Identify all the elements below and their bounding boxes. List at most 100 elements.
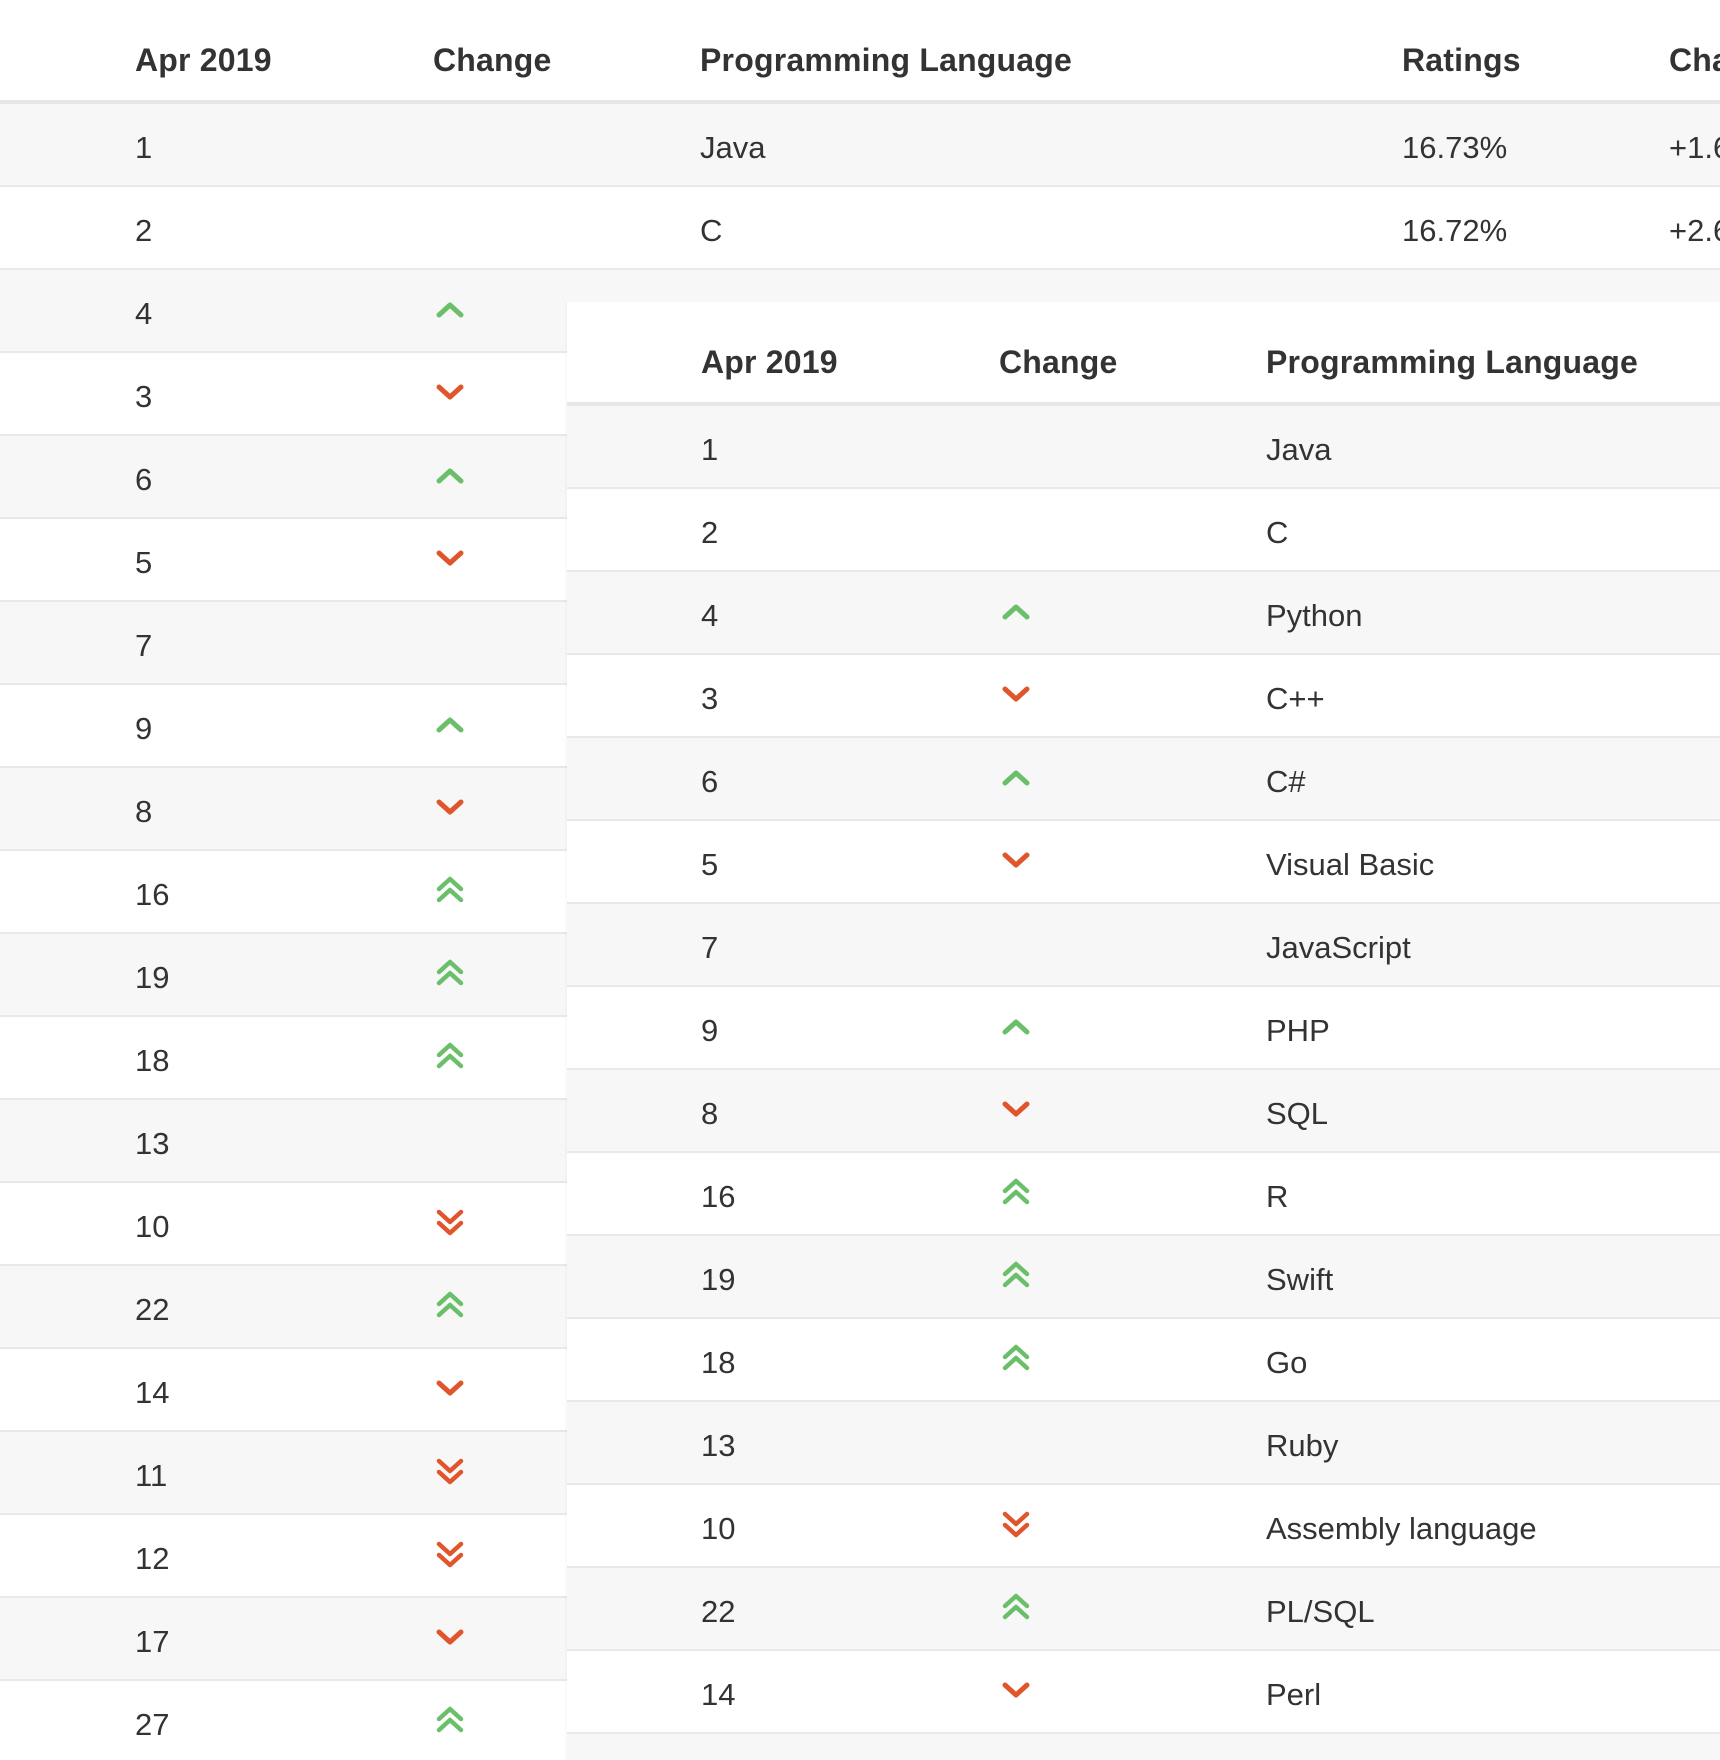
table-row: 19 Swift xyxy=(567,1236,1720,1319)
rank-cell: 2 xyxy=(701,515,719,550)
chevron-down-icon xyxy=(999,1092,1033,1128)
chevron-up-icon xyxy=(999,760,1033,796)
rank-cell: 22 xyxy=(701,1594,736,1629)
language-cell: Java xyxy=(1266,432,1332,467)
table-row: 2C xyxy=(567,489,1720,572)
table-row: 11 xyxy=(567,1734,1720,1760)
table-header: Apr 2019 Change Programming Language xyxy=(567,302,1720,406)
language-cell: C xyxy=(1266,515,1289,550)
rank-cell: 2 xyxy=(135,213,153,248)
rank-cell: 18 xyxy=(135,1043,170,1078)
header-apr-2019: Apr 2019 xyxy=(701,344,838,380)
rank-cell: 10 xyxy=(135,1209,170,1244)
language-cell: PL/SQL xyxy=(1266,1594,1375,1629)
rank-cell: 12 xyxy=(135,1541,170,1576)
language-cell: Assembly language xyxy=(1266,1511,1537,1546)
table-row: 14 Perl xyxy=(567,1651,1720,1734)
rank-cell: 14 xyxy=(135,1375,170,1410)
header-programming-language: Programming Language xyxy=(1266,344,1639,380)
rank-cell: 11 xyxy=(135,1458,168,1493)
language-cell: Python xyxy=(1266,598,1363,633)
double-chevron-up-icon xyxy=(999,1341,1033,1377)
tiobe-table-foreground: Apr 2019 Change Programming Language 1 Ja… xyxy=(567,302,1720,1760)
chevron-down-icon xyxy=(433,1371,467,1407)
double-chevron-up-icon xyxy=(433,1703,467,1739)
table-row: 5 Visual Basic xyxy=(567,821,1720,904)
header-change: Change xyxy=(999,344,1118,380)
language-cell: JavaScript xyxy=(1266,930,1411,965)
change-percent-cell: +2.6 xyxy=(1669,213,1720,248)
chevron-down-icon xyxy=(433,375,467,411)
chevron-down-icon xyxy=(999,843,1033,879)
chevron-down-icon xyxy=(433,541,467,577)
rank-cell: 5 xyxy=(701,847,719,882)
chevron-down-icon xyxy=(433,790,467,826)
rank-cell: 1 xyxy=(135,130,153,165)
table-row: 1 Java xyxy=(567,406,1720,489)
double-chevron-down-icon xyxy=(433,1205,467,1241)
header-programming-language: Programming Language xyxy=(700,42,1073,78)
table-row: 7 JavaScript xyxy=(567,904,1720,987)
rank-cell: 4 xyxy=(135,296,153,331)
rank-cell: 6 xyxy=(701,764,719,799)
double-chevron-up-icon xyxy=(999,1175,1033,1211)
rank-cell: 7 xyxy=(701,930,719,965)
rank-cell: 16 xyxy=(701,1179,736,1214)
language-cell: R xyxy=(1266,1179,1289,1214)
rank-cell: 22 xyxy=(135,1292,170,1327)
double-chevron-down-icon xyxy=(999,1756,1033,1760)
chevron-down-icon xyxy=(999,1673,1033,1709)
table-row: 6 C# xyxy=(567,738,1720,821)
rank-cell: 27 xyxy=(135,1707,170,1742)
table-row: 3 C++ xyxy=(567,655,1720,738)
rank-cell: 8 xyxy=(701,1096,719,1131)
double-chevron-down-icon xyxy=(999,1507,1033,1543)
double-chevron-up-icon xyxy=(433,956,467,992)
header-change: Change xyxy=(433,42,552,78)
double-chevron-up-icon xyxy=(999,1258,1033,1294)
double-chevron-down-icon xyxy=(433,1454,467,1490)
language-cell: Swift xyxy=(1266,1262,1334,1297)
double-chevron-down-icon xyxy=(433,1537,467,1573)
language-cell: C# xyxy=(1266,764,1306,799)
double-chevron-up-icon xyxy=(433,873,467,909)
table-row: 22 PL/SQL xyxy=(567,1568,1720,1651)
chevron-up-icon xyxy=(433,292,467,328)
language-cell: Ruby xyxy=(1266,1428,1339,1463)
table-row: 2 C 16.72% +2.6 xyxy=(0,187,1720,270)
table-row: 4 Python xyxy=(567,572,1720,655)
table-row: 10 Assembly language xyxy=(567,1485,1720,1568)
header-apr-2019: Apr 2019 xyxy=(135,42,272,78)
chevron-up-icon xyxy=(999,1009,1033,1045)
table-row: 16 R xyxy=(567,1153,1720,1236)
rank-cell: 3 xyxy=(135,379,153,414)
table-row: 8 SQL xyxy=(567,1070,1720,1153)
rank-cell: 5 xyxy=(135,545,153,580)
language-cell: C++ xyxy=(1266,681,1325,716)
rank-cell: 6 xyxy=(135,462,153,497)
table-row: 1 Java 16.73% +1.6 xyxy=(0,104,1720,187)
header-change-percent: Cha xyxy=(1669,42,1720,78)
rank-cell: 13 xyxy=(701,1428,736,1463)
double-chevron-up-icon xyxy=(999,1590,1033,1626)
double-chevron-up-icon xyxy=(433,1288,467,1324)
rank-cell: 9 xyxy=(701,1013,719,1048)
rank-cell: 7 xyxy=(135,628,153,663)
rank-cell: 8 xyxy=(135,794,153,829)
double-chevron-up-icon xyxy=(433,1039,467,1075)
language-cell: C xyxy=(700,213,723,248)
rank-cell: 9 xyxy=(135,711,153,746)
change-percent-cell: +1.6 xyxy=(1669,130,1720,165)
rank-cell: 16 xyxy=(135,877,170,912)
rank-cell: 10 xyxy=(701,1511,736,1546)
chevron-down-icon xyxy=(433,1620,467,1656)
table-row: 9 PHP xyxy=(567,987,1720,1070)
chevron-down-icon xyxy=(999,677,1033,713)
language-cell: SQL xyxy=(1266,1096,1329,1131)
table-header: Apr 2019 Change Programming Language Rat… xyxy=(0,0,1720,104)
ratings-cell: 16.73% xyxy=(1402,130,1508,165)
table-row: 13 Ruby xyxy=(567,1402,1720,1485)
rank-cell: 17 xyxy=(135,1624,170,1659)
chevron-up-icon xyxy=(433,458,467,494)
rank-cell: 19 xyxy=(701,1262,736,1297)
